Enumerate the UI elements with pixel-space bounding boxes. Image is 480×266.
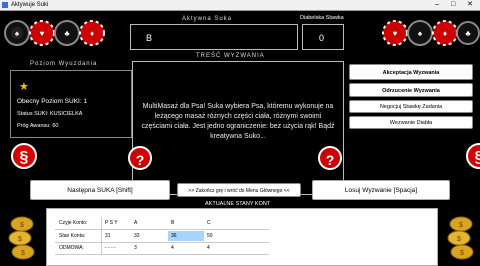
table-header-cell: P S Y [105, 220, 118, 226]
window-titlebar: Aktywuje Suki – □ ✕ [0, 0, 480, 11]
question-icon[interactable]: ? [128, 146, 152, 170]
challenge-content-box: MultiMasaż dla Psa! Suka wybiera Psa, kt… [132, 61, 344, 195]
paragraph-icon[interactable]: § [11, 143, 37, 169]
window-title: Aktywuje Suki [11, 2, 49, 8]
svg-text:♥: ♥ [40, 29, 45, 38]
svg-text:♣: ♣ [465, 29, 471, 38]
poker-chips-decoration-right: ♥ ♠ ♦ ♣ [382, 20, 480, 46]
coin-icon: $ [11, 244, 35, 260]
promotion-threshold-text: Próg Awansu: 60 [17, 123, 59, 129]
table-cell: - - - - [105, 245, 116, 251]
devil-stake-value: 0 [319, 33, 325, 43]
coin-icon: $ [10, 216, 34, 232]
reject-challenge-button[interactable]: Odrzucenie Wyzwania [349, 83, 473, 97]
table-header-cell: A [134, 220, 138, 226]
coin-icon: $ [450, 244, 474, 260]
row-divider [55, 229, 269, 230]
svg-text:$: $ [460, 250, 464, 257]
accept-challenge-button[interactable]: Akceptacja Wyzwania [349, 64, 473, 80]
column-divider [101, 217, 102, 255]
svg-text:♦: ♦ [90, 29, 94, 38]
chip-icon: ♦ [432, 20, 458, 46]
svg-text:$: $ [457, 236, 461, 243]
chip-icon: ♥ [382, 20, 408, 46]
gold-coins-left: $ $ $ [8, 216, 35, 260]
svg-text:♥: ♥ [393, 29, 398, 38]
challenge-content-label: TREŚĆ WYZWANIA [196, 53, 265, 59]
level-panel: ★ Obecny Poziom SUKI: 1 Status SUKI: KUS… [10, 70, 132, 138]
table-header-cell: Czyje Konto: [59, 220, 88, 226]
table-cell: 3 [134, 245, 137, 251]
status-text: Status SUKI: KUSICIELKA [17, 111, 83, 117]
challenge-text: MultiMasaż dla Psa! Suka wybiera Psa, kt… [141, 103, 335, 140]
next-suka-button[interactable]: Następna SUKA [Shift] [30, 180, 170, 200]
paragraph-icon[interactable]: § [466, 143, 480, 169]
table-cell: 4 [207, 245, 210, 251]
table-row-label: ODMOWA: [59, 245, 84, 251]
window-controls[interactable]: – □ ✕ [435, 0, 478, 10]
chip-icon: ♠ [4, 20, 30, 46]
exit-to-menu-button[interactable]: >> Zakończ grę i wróć do Menu Głównego <… [177, 183, 301, 197]
active-suka-field: B [130, 24, 298, 50]
table-cell: 50 [207, 233, 213, 239]
row-divider [55, 254, 269, 255]
table-row-label: Stan Konta: [59, 233, 86, 239]
table-cell: 33 [134, 233, 140, 239]
svg-text:♦: ♦ [443, 29, 447, 38]
row-divider [55, 242, 269, 243]
chip-icon: ♣ [54, 20, 80, 46]
question-icon[interactable]: ? [318, 146, 342, 170]
table-cell: 31 [105, 233, 111, 239]
coin-icon: $ [8, 230, 32, 246]
level-panel-title: Poziom Wyuzdania [30, 61, 98, 67]
svg-text:$: $ [20, 222, 24, 229]
active-suka-value: B [146, 33, 153, 43]
chip-icon: ♥ [29, 20, 55, 46]
svg-text:♣: ♣ [64, 29, 70, 38]
poker-chips-decoration-left: ♠ ♥ ♣ ♦ [4, 20, 105, 46]
table-header-cell: B [171, 220, 175, 226]
accounts-title: AKTUALNE STANY KONT [205, 201, 271, 207]
chip-icon: ♠ [407, 20, 433, 46]
current-level-text: Obecny Poziom SUKI: 1 [17, 98, 88, 105]
gold-coins-right: $ $ $ [447, 216, 474, 260]
chip-icon: ♣ [456, 21, 480, 45]
svg-text:$: $ [459, 222, 463, 229]
random-challenge-button[interactable]: Losuj Wyzwanie [Spacja] [312, 180, 450, 200]
accounts-table: Czyje Konto: P S Y A B C Stan Konta: 31 … [46, 208, 438, 266]
devil-stake-label: Diabelska Stawka [300, 15, 344, 21]
devil-stake-field: 0 [302, 24, 344, 50]
svg-text:$: $ [18, 236, 22, 243]
coin-icon: $ [447, 230, 471, 246]
table-cell[interactable]: 36 [171, 233, 177, 239]
negotiate-stake-button[interactable]: Negocjuj Stawkę Zadania [349, 100, 473, 113]
coin-icon: $ [449, 216, 473, 232]
svg-text:$: $ [21, 250, 25, 257]
chip-icon: ♦ [79, 20, 105, 46]
star-icon: ★ [19, 81, 29, 93]
app-icon [2, 2, 8, 8]
table-cell: 4 [171, 245, 174, 251]
summon-devil-button[interactable]: Wezwanie Diabła [349, 116, 473, 129]
active-suka-label: Aktywna Suka [182, 16, 233, 22]
table-header-cell: C [207, 220, 211, 226]
